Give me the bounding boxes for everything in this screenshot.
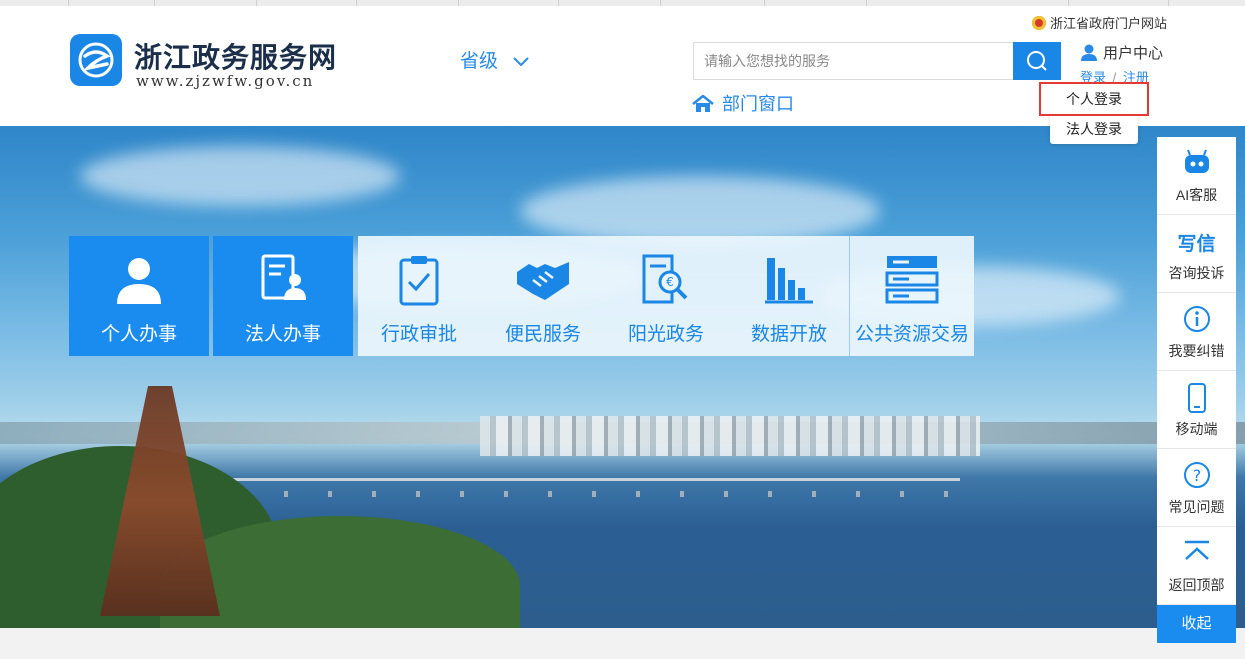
- user-center-link[interactable]: 用户中心: [1080, 42, 1163, 63]
- svg-text:?: ?: [1192, 466, 1201, 485]
- department-window-link[interactable]: 部门窗口: [692, 90, 794, 116]
- user-icon: [1081, 44, 1097, 61]
- back-to-top-icon: [1184, 540, 1209, 560]
- tile-open-government[interactable]: € 阳光政务: [605, 236, 727, 356]
- question-icon: ?: [1183, 462, 1210, 488]
- login-dropdown-menu: 个人登录 法人登录: [1039, 82, 1149, 144]
- search-bar: [693, 42, 1061, 80]
- site-url: www.zjzwfw.gov.cn: [136, 72, 315, 90]
- gov-portal-label: 浙江省政府门户网站: [1050, 16, 1168, 31]
- write-icon: 写信: [1177, 234, 1216, 255]
- user-center-label: 用户中心: [1103, 45, 1164, 62]
- side-consult-complaint[interactable]: 写信 咨询投诉: [1157, 215, 1236, 293]
- side-faq[interactable]: ? 常见问题: [1157, 449, 1236, 527]
- corporate-login-item[interactable]: 法人登录: [1050, 114, 1138, 144]
- side-back-to-top-label: 返回顶部: [1168, 577, 1225, 593]
- side-ai-service[interactable]: AI客服: [1157, 137, 1236, 215]
- document-search-icon: €: [642, 254, 688, 304]
- side-report-error[interactable]: 我要纠错: [1157, 293, 1236, 371]
- tile-public-resource-trading-label: 公共资源交易: [854, 324, 969, 345]
- tile-corporate-affairs[interactable]: 法人办事: [213, 236, 353, 356]
- corporate-icon: [261, 254, 306, 300]
- robot-icon: [1184, 149, 1209, 173]
- gov-portal-link[interactable]: 浙江省政府门户网站: [1032, 13, 1167, 32]
- side-toolbar: AI客服 写信 咨询投诉 我要纠错 移动端 ? 常见问题 返回顶部 收起: [1157, 137, 1236, 643]
- search-button[interactable]: [1013, 42, 1061, 80]
- search-icon: [1027, 51, 1047, 71]
- chevron-down-icon: [513, 51, 530, 73]
- person-icon: [117, 258, 161, 304]
- department-window-label: 部门窗口: [722, 94, 794, 114]
- tile-public-resource-trading[interactable]: 公共资源交易: [850, 236, 974, 356]
- tile-convenience-services[interactable]: 便民服务: [482, 236, 604, 356]
- national-emblem-icon: [1032, 16, 1046, 30]
- handshake-icon: [517, 262, 569, 300]
- register-link[interactable]: 注册: [1123, 70, 1149, 85]
- tile-open-data-label: 数据开放: [750, 324, 827, 345]
- info-icon: [1183, 306, 1210, 332]
- site-title[interactable]: 浙江政务服务网: [134, 36, 337, 76]
- side-report-error-label: 我要纠错: [1168, 343, 1225, 359]
- tile-administrative-approval-label: 行政审批: [380, 324, 457, 345]
- site-logo-icon[interactable]: [70, 34, 122, 86]
- side-collapse-button[interactable]: 收起: [1157, 605, 1236, 643]
- search-input[interactable]: [693, 42, 1013, 80]
- login-register-separator: /: [1112, 70, 1117, 85]
- tile-open-government-label: 阳光政务: [627, 324, 704, 345]
- side-consult-complaint-label: 咨询投诉: [1168, 265, 1225, 281]
- mobile-icon: [1187, 383, 1206, 413]
- tile-personal-affairs[interactable]: 个人办事: [69, 236, 209, 356]
- tile-convenience-services-label: 便民服务: [504, 324, 581, 345]
- home-icon: [692, 94, 714, 112]
- side-back-to-top[interactable]: 返回顶部: [1157, 527, 1236, 605]
- clipboard-check-icon: [399, 256, 439, 306]
- hero-banner: [0, 126, 1245, 628]
- svg-text:€: €: [666, 275, 674, 289]
- server-icon: [885, 256, 939, 304]
- side-mobile-label: 移动端: [1175, 421, 1218, 437]
- login-link[interactable]: 登录: [1080, 70, 1106, 85]
- tile-corporate-affairs-label: 法人办事: [244, 324, 321, 345]
- tile-open-data[interactable]: 数据开放: [728, 236, 850, 356]
- side-mobile[interactable]: 移动端: [1157, 371, 1236, 449]
- tile-administrative-approval[interactable]: 行政审批: [358, 236, 480, 356]
- bar-chart-icon: [765, 258, 813, 304]
- province-selector[interactable]: 省级: [460, 46, 530, 73]
- side-ai-service-label: AI客服: [1175, 187, 1218, 203]
- tile-personal-affairs-label: 个人办事: [100, 324, 177, 345]
- province-selector-label: 省级: [460, 51, 499, 72]
- side-faq-label: 常见问题: [1168, 499, 1225, 515]
- personal-login-item[interactable]: 个人登录: [1039, 82, 1149, 116]
